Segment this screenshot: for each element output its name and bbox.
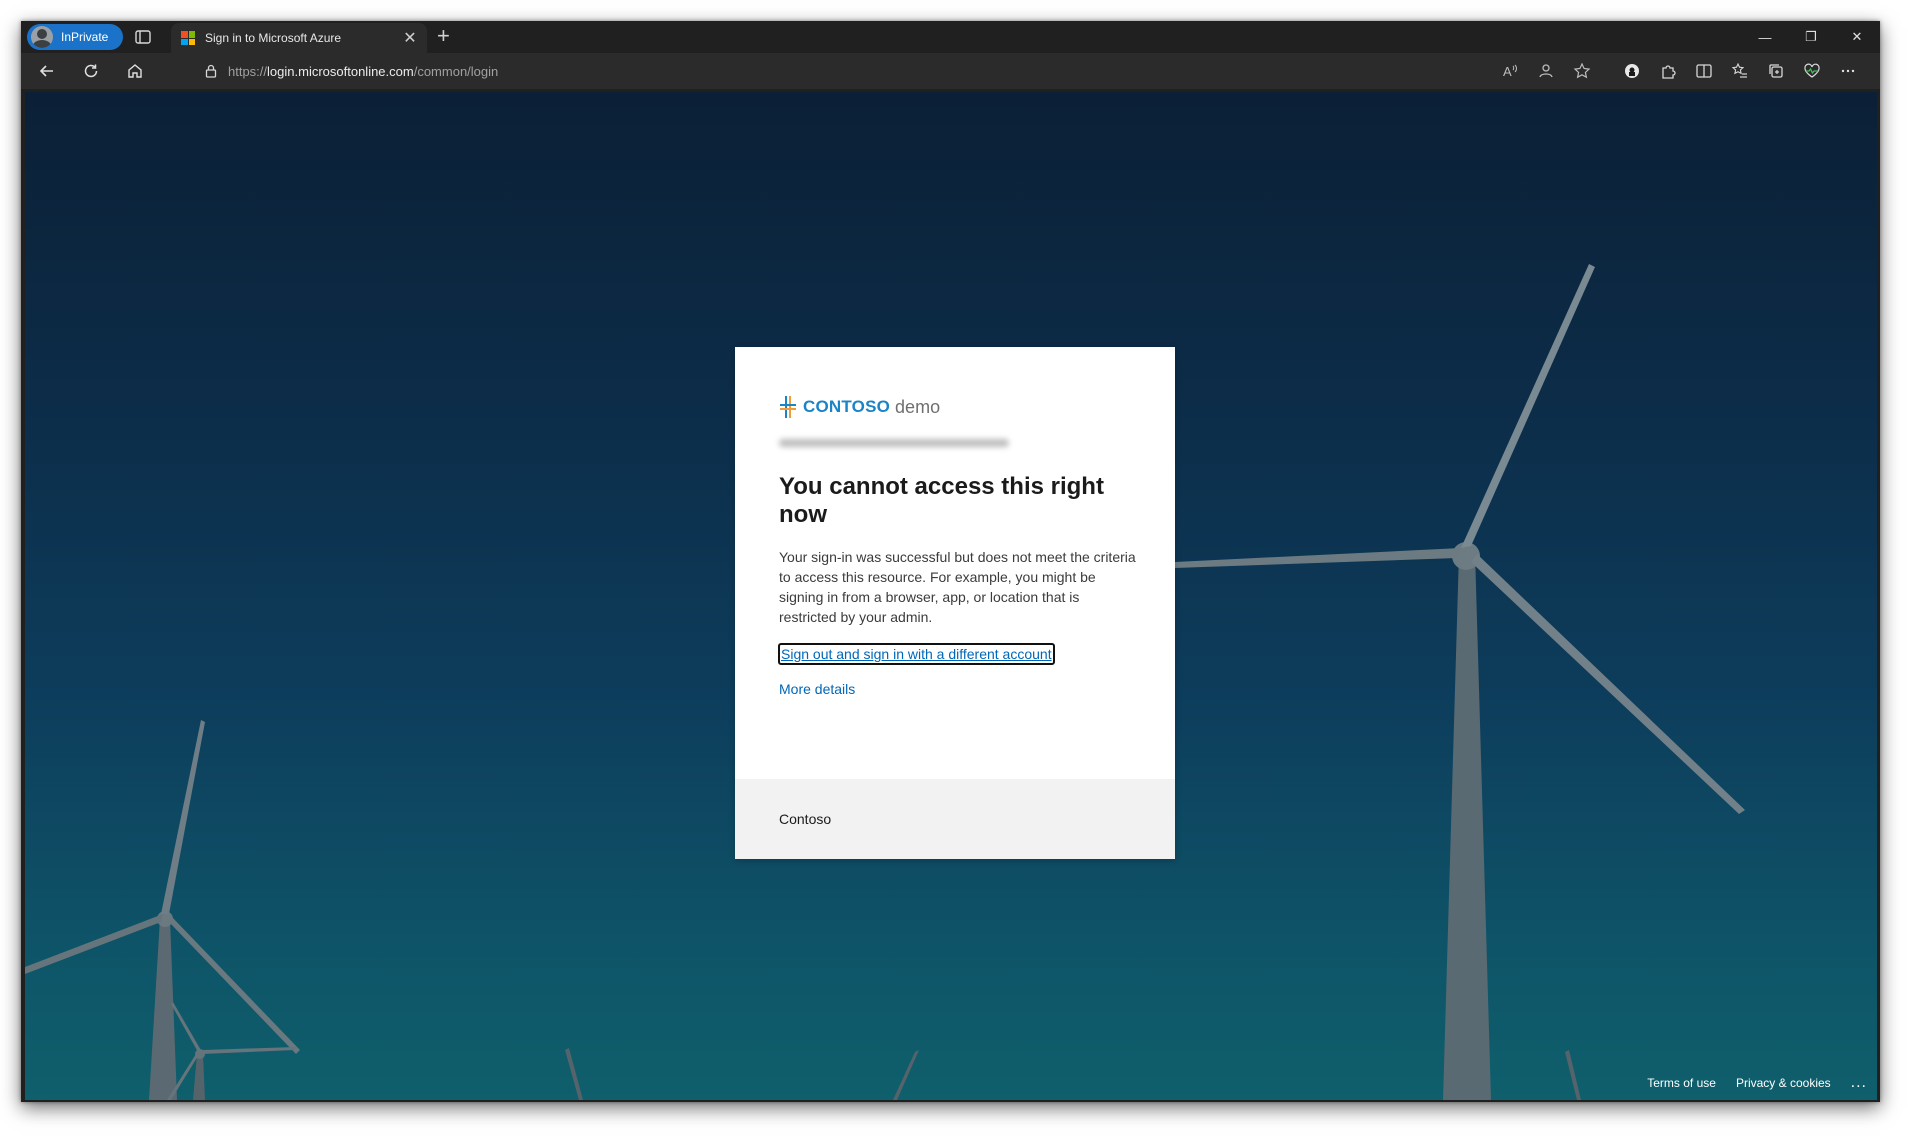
svg-text:A: A	[1503, 64, 1512, 79]
collections-icon[interactable]	[1758, 53, 1794, 89]
browser-window: InPrivate Sign in to Microsoft Azure ✕ +…	[21, 21, 1880, 1102]
home-button[interactable]	[123, 59, 147, 83]
inprivate-label: InPrivate	[61, 30, 109, 44]
tab-sign-in-azure[interactable]: Sign in to Microsoft Azure ✕	[171, 23, 427, 53]
favorites-list-icon[interactable]	[1722, 53, 1758, 89]
browser-health-icon[interactable]	[1794, 53, 1830, 89]
toolbar-end-spacer	[1866, 53, 1880, 89]
url-path: /common/login	[413, 63, 499, 79]
error-heading: You cannot access this right now	[779, 473, 1104, 528]
inprivate-profile-button[interactable]: InPrivate	[27, 24, 123, 50]
microsoft-logo-icon	[181, 31, 195, 45]
restore-button[interactable]: ❐	[1788, 21, 1834, 53]
brand-suffix: demo	[895, 396, 941, 417]
brand-name: CONTOSO	[803, 397, 891, 416]
back-arrow-icon	[39, 65, 53, 77]
contoso-brand: CONTOSO demo	[779, 395, 1139, 419]
error-description: Your sign-in was successful but does not…	[779, 549, 1136, 625]
privacy-cookies-link[interactable]: Privacy & cookies	[1736, 1076, 1831, 1090]
favorite-star-icon[interactable]	[1564, 53, 1600, 89]
terms-of-use-link[interactable]: Terms of use	[1647, 1076, 1716, 1090]
browser-toolbar: https://login.microsoftonline.com/common…	[21, 53, 1880, 89]
contoso-logo-icon	[780, 396, 796, 418]
tab-actions-icon[interactable]	[134, 28, 152, 46]
close-window-button[interactable]: ✕	[1834, 21, 1880, 53]
back-button[interactable]	[35, 59, 59, 83]
read-aloud-icon[interactable]: A	[1492, 53, 1528, 89]
card-footer: Contoso	[735, 779, 1175, 859]
address-bar[interactable]: https://login.microsoftonline.com/common…	[171, 57, 1581, 85]
sign-in-card: CONTOSO demo You cannot access this righ…	[735, 347, 1175, 859]
card-body: CONTOSO demo You cannot access this righ…	[778, 395, 1139, 697]
browser-essentials-icon[interactable]	[1528, 53, 1564, 89]
more-options-icon[interactable]	[1830, 53, 1866, 89]
tab-strip: InPrivate Sign in to Microsoft Azure ✕ +…	[21, 21, 1880, 53]
page-viewport: CONTOSO demo You cannot access this righ…	[25, 92, 1877, 1100]
page-footer: Terms of use Privacy & cookies ...	[1647, 1074, 1867, 1092]
profile-avatar-icon	[31, 26, 53, 48]
minimize-button[interactable]: —	[1742, 21, 1788, 53]
sign-out-link[interactable]: Sign out and sign in with a different ac…	[778, 643, 1055, 665]
url-text[interactable]: https://login.microsoftonline.com/common…	[228, 64, 498, 79]
url-host: login.microsoftonline.com	[267, 63, 414, 79]
tab-title: Sign in to Microsoft Azure	[205, 31, 342, 45]
footer-more-button[interactable]: ...	[1851, 1074, 1867, 1092]
refresh-button[interactable]	[79, 59, 103, 83]
blurred-email	[779, 437, 1009, 451]
split-screen-icon[interactable]	[1686, 53, 1722, 89]
tab-close-button[interactable]: ✕	[399, 28, 421, 48]
refresh-icon	[84, 64, 98, 78]
extension-shield-icon[interactable]	[1614, 53, 1650, 89]
new-tab-button[interactable]: +	[437, 24, 450, 48]
separator	[1600, 53, 1614, 89]
lock-icon[interactable]	[204, 64, 218, 78]
toolbar-icons: A	[1492, 53, 1880, 89]
window-controls: — ❐ ✕	[1742, 21, 1880, 53]
organization-name: Contoso	[779, 811, 832, 827]
url-scheme: https://	[228, 63, 268, 79]
more-details-link[interactable]: More details	[779, 681, 1139, 697]
extensions-puzzle-icon[interactable]	[1650, 53, 1686, 89]
home-icon	[128, 64, 142, 78]
